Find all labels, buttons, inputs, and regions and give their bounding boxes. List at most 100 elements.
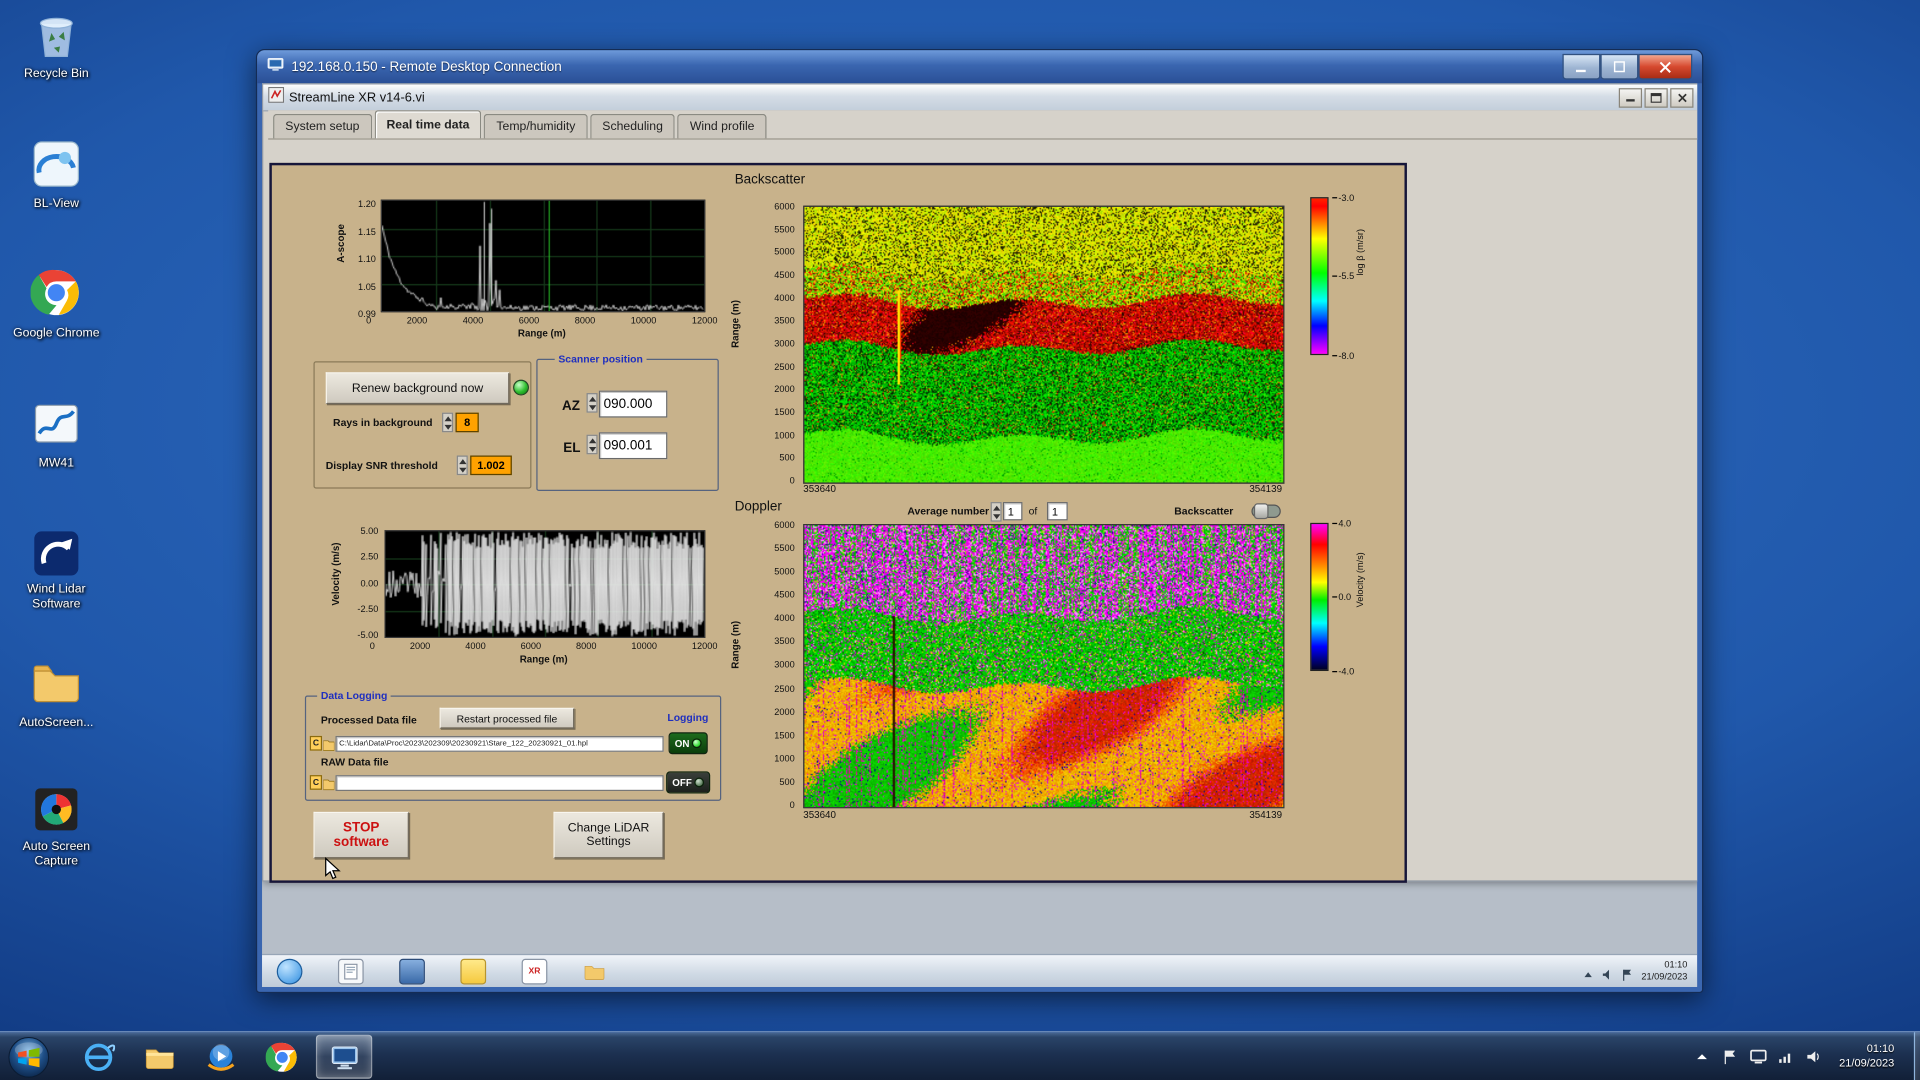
axis-tick-label: 3500 (774, 315, 795, 327)
taskbar-rdp-active-icon[interactable] (315, 1034, 373, 1079)
remote-tray-expand-icon[interactable] (1583, 965, 1595, 978)
tab-wind-profile[interactable]: Wind profile (677, 113, 767, 139)
taskbar-ie-icon[interactable] (71, 1036, 125, 1078)
show-desktop-button[interactable] (1913, 1032, 1920, 1080)
desktop-icon-autoscreen[interactable]: AutoScreen... (10, 656, 103, 732)
tray-volume-icon[interactable] (1806, 1048, 1823, 1065)
axis-tick-label: 4500 (774, 589, 795, 601)
app-titlebar[interactable]: StreamLine XR v14-6.vi (263, 84, 1698, 112)
ascope-y-ticks: 1.20 1.15 1.10 1.05 0.99 (348, 198, 380, 319)
rays-in-background-label: Rays in background (333, 416, 433, 429)
data-logging-title: Data Logging (317, 689, 391, 702)
drive-c-icon[interactable]: C (309, 735, 323, 751)
remote-browser-icon[interactable] (276, 958, 303, 984)
average-number-value[interactable]: 1 (1002, 502, 1023, 521)
desktop-icon-label: Wind Lidar Software (27, 582, 86, 611)
tray-display-icon[interactable] (1750, 1048, 1767, 1065)
x-end-label: 354139 (1249, 483, 1283, 495)
axis-tick-label: 1500 (774, 406, 795, 418)
stop-software-button[interactable]: STOP software (313, 811, 409, 859)
az-spinner[interactable] (586, 393, 598, 413)
ascope-x-ticks: 0 2000 4000 6000 8000 10000 12000 (366, 315, 717, 326)
axis-tick-label: 1.20 (358, 198, 376, 210)
tab-scheduling[interactable]: Scheduling (590, 113, 676, 139)
el-spinner[interactable] (586, 434, 598, 455)
raw-logging-off-switch[interactable]: OFF (666, 771, 711, 794)
remote-volume-icon[interactable] (1602, 965, 1614, 980)
tray-expand-icon[interactable] (1693, 1048, 1710, 1065)
desktop-icon-google-chrome[interactable]: Google Chrome (10, 267, 103, 343)
rdp-maximize-button[interactable] (1600, 53, 1639, 80)
snr-value[interactable]: 1.002 (470, 455, 512, 476)
rdp-close-button[interactable] (1638, 53, 1693, 80)
browse-folder-icon[interactable] (322, 736, 335, 751)
rays-spinner[interactable] (442, 412, 454, 433)
tab-temp-humidity[interactable]: Temp/humidity (484, 113, 588, 139)
doppler-colorbar (1310, 522, 1329, 672)
desktop-icon-mw41[interactable]: MW41 (10, 397, 103, 473)
average-total-value[interactable]: 1 (1046, 502, 1068, 521)
app-minimize-button[interactable] (1618, 87, 1643, 108)
remote-document-icon[interactable] (337, 958, 364, 984)
realtime-panel: A-scope 1.20 1.15 1.10 1.05 0.99 0 2000 4000 60… (269, 162, 1407, 883)
axis-tick-label: 8000 (576, 640, 597, 652)
az-value[interactable]: 090.000 (598, 390, 668, 418)
ascope-plot (380, 199, 706, 313)
app-close-button[interactable] (1670, 87, 1694, 108)
scanner-position-group: Scanner position AZ 090.000 EL 090.001 (536, 352, 719, 492)
processed-path-field[interactable]: C:\Lidar\Data\Proc\2023\202309\20230921\… (335, 735, 664, 752)
change-lidar-settings-button[interactable]: Change LiDAR Settings (553, 811, 664, 859)
velocity-x-ticks: 0 2000 4000 6000 8000 10000 12000 (370, 640, 718, 651)
tray-flag-icon[interactable] (1722, 1048, 1739, 1065)
desktop-icon-auto-screen-capture[interactable]: Auto Screen Capture (10, 784, 103, 870)
raw-path-field[interactable] (335, 775, 664, 792)
snr-spinner[interactable] (456, 455, 468, 476)
taskbar-media-player-icon[interactable] (193, 1036, 247, 1078)
remote-streamline-xr-icon[interactable]: XR (521, 958, 548, 984)
axis-tick-label: 500 (779, 776, 795, 788)
desktop-icon-recycle-bin[interactable]: Recycle Bin (10, 7, 103, 83)
az-label: AZ (562, 399, 581, 414)
rdp-minimize-button[interactable] (1562, 53, 1601, 80)
browse-folder-icon[interactable] (322, 775, 335, 791)
renew-background-led (513, 379, 529, 396)
drive-c-icon[interactable]: C (309, 775, 323, 790)
remote-window-icon[interactable] (399, 958, 425, 984)
remote-notes-icon[interactable] (460, 958, 487, 984)
rdp-remote-desktop: StreamLine XR v14-6.vi System setup Real… (262, 83, 1698, 987)
rays-value[interactable]: 8 (455, 412, 479, 433)
axis-tick-label: 4000 (774, 292, 795, 304)
desktop-icon-bl-view[interactable]: BL-View (10, 137, 103, 213)
processed-logging-on-switch[interactable]: ON (668, 732, 708, 755)
remote-clock[interactable]: 01:10 21/09/2023 (1641, 959, 1687, 983)
renew-background-button[interactable]: Renew background now (325, 372, 510, 405)
start-button[interactable] (7, 1035, 50, 1078)
app-maximize-button[interactable] (1644, 87, 1668, 108)
toggle-knob (1253, 503, 1269, 520)
backscatter-colorbar-label: log β (m/sr) (1354, 228, 1366, 276)
tab-real-time-data[interactable]: Real time data (374, 110, 482, 139)
remote-folder-icon[interactable] (583, 959, 606, 982)
taskbar-chrome-icon[interactable] (255, 1036, 309, 1078)
on-label: ON (674, 737, 690, 749)
velocity-y-ticks: 5.00 2.50 0.00 -2.50 -5.00 (345, 525, 382, 640)
el-value[interactable]: 090.001 (598, 432, 668, 460)
axis-tick-label: 12000 (691, 314, 718, 326)
desktop-icon-wind-lidar[interactable]: Wind Lidar Software (10, 527, 103, 613)
colorbar-tick-label: -3.0 (1332, 192, 1369, 203)
rdp-titlebar[interactable]: 192.168.0.150 - Remote Desktop Connectio… (257, 50, 1703, 84)
backscatter-colorbar-ticks: -3.0 -5.5 -8.0 (1332, 192, 1369, 361)
axis-tick-label: 6000 (520, 640, 542, 652)
taskbar-clock[interactable]: 01:10 21/09/2023 (1839, 1042, 1894, 1071)
doppler-y-axis-label: Range (m) (729, 620, 741, 669)
tray-network-icon[interactable] (1778, 1048, 1795, 1065)
axis-tick-label: 500 (779, 452, 795, 464)
taskbar-explorer-icon[interactable] (132, 1036, 186, 1078)
desktop-icon-label: AutoScreen... (19, 716, 94, 730)
average-number-spinner[interactable] (990, 502, 1002, 522)
remote-flag-icon[interactable] (1622, 965, 1634, 981)
tab-system-setup[interactable]: System setup (273, 113, 372, 139)
backscatter-doppler-toggle[interactable] (1251, 503, 1281, 520)
restart-processed-file-button[interactable]: Restart processed file (439, 707, 575, 729)
tab-strip: System setup Real time data Temp/humidit… (268, 110, 1698, 140)
